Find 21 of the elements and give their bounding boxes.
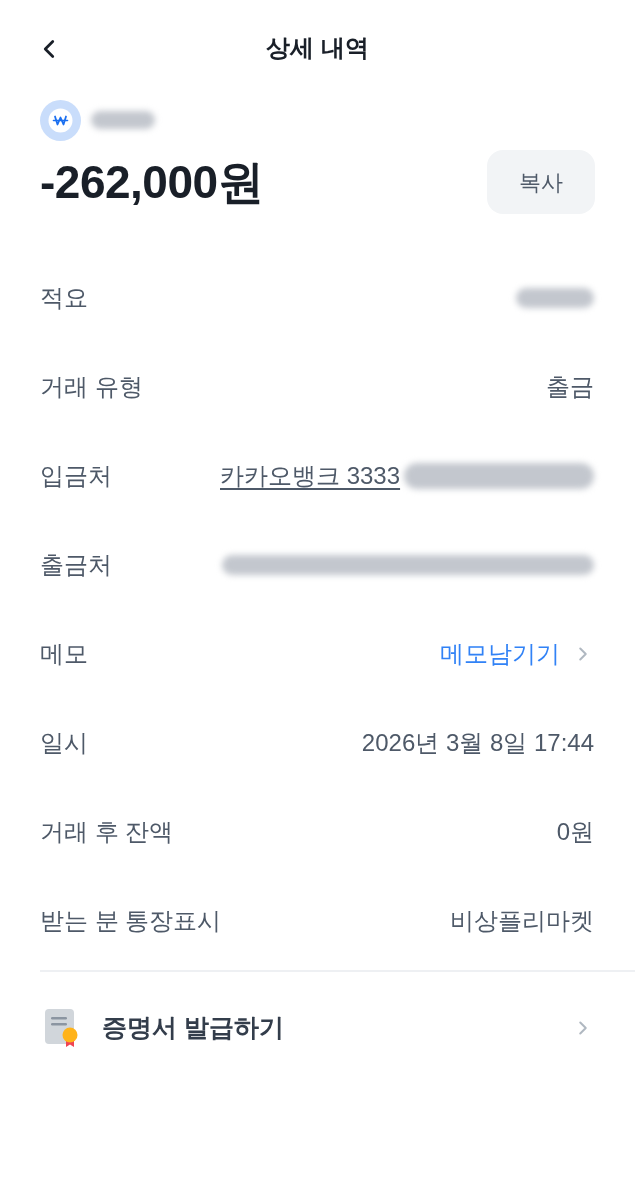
detail-label: 받는 분 통장표시: [40, 905, 222, 936]
memo-link[interactable]: 메모남기기: [440, 635, 594, 672]
detail-label: 거래 유형: [40, 371, 143, 402]
certificate-icon: [45, 1009, 80, 1047]
detail-value: 비상플리마켓: [450, 905, 594, 936]
page-title: 상세 내역: [266, 33, 369, 63]
detail-label: 일시: [40, 727, 88, 758]
detail-value: 2026년 3월 8일 17:44: [361, 727, 594, 758]
detail-value: 0원: [556, 816, 594, 847]
detail-value: 출금: [546, 371, 594, 402]
won-coin-icon: [40, 99, 81, 141]
amount: -262,000원: [40, 154, 264, 210]
detail-label: 입금처: [40, 460, 112, 491]
detail-label: 거래 후 잔액: [40, 816, 174, 847]
certificate-button[interactable]: 증명서 발급하기: [0, 972, 635, 1084]
blurred-text: [91, 111, 155, 129]
detail-label: 적요: [40, 282, 88, 313]
detail-label: 메모: [40, 638, 88, 669]
detail-label: 출금처: [40, 549, 112, 580]
copy-button[interactable]: 복사: [487, 150, 595, 214]
account-link[interactable]: 카카오뱅크 3333: [220, 457, 401, 494]
